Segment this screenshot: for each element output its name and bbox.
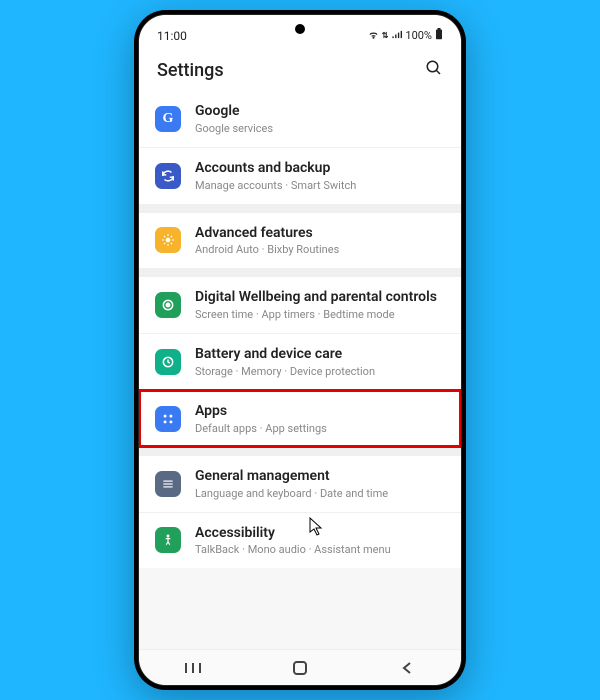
volte-icon: ⇅ [382, 31, 389, 40]
settings-item-accessibility[interactable]: Accessibility TalkBack · Mono audio · As… [139, 512, 461, 569]
settings-item-battery[interactable]: Battery and device care Storage · Memory… [139, 333, 461, 390]
item-subtitle: Android Auto · Bixby Routines [195, 243, 445, 256]
phone-frame: 11:00 ⇅ 100% Settings [134, 10, 466, 690]
item-title: Advanced features [195, 225, 445, 242]
battery-care-icon [155, 349, 181, 375]
settings-item-apps[interactable]: Apps Default apps · App settings [139, 390, 461, 447]
wifi-icon [368, 29, 379, 43]
item-title: Apps [195, 403, 445, 420]
apps-icon [155, 406, 181, 432]
battery-icon [435, 28, 443, 43]
section-divider [139, 268, 461, 276]
settings-item-general[interactable]: General management Language and keyboard… [139, 455, 461, 512]
nav-back[interactable] [387, 661, 427, 675]
item-title: Google [195, 103, 445, 120]
item-title: Accessibility [195, 525, 445, 542]
item-subtitle: Manage accounts · Smart Switch [195, 179, 445, 192]
camera-cutout [295, 24, 305, 34]
google-icon: G [155, 106, 181, 132]
status-time: 11:00 [157, 29, 187, 43]
wellbeing-icon [155, 292, 181, 318]
item-subtitle: Language and keyboard · Date and time [195, 487, 445, 500]
item-subtitle: Storage · Memory · Device protection [195, 365, 445, 378]
settings-item-advanced[interactable]: Advanced features Android Auto · Bixby R… [139, 212, 461, 269]
settings-item-google[interactable]: G Google Google services [139, 91, 461, 147]
settings-header: Settings [139, 45, 461, 91]
settings-item-accounts[interactable]: Accounts and backup Manage accounts · Sm… [139, 147, 461, 204]
sync-icon [155, 163, 181, 189]
item-subtitle: Screen time · App timers · Bedtime mode [195, 308, 445, 321]
page-title: Settings [157, 60, 224, 81]
settings-list-scroll[interactable]: G Google Google services Accounts and ba… [139, 91, 461, 647]
nav-recents[interactable] [173, 661, 213, 675]
signal-icon [391, 29, 402, 43]
item-title: Battery and device care [195, 346, 445, 363]
item-title: Digital Wellbeing and parental controls [195, 289, 445, 306]
phone-screen: 11:00 ⇅ 100% Settings [138, 14, 462, 686]
settings-item-wellbeing[interactable]: Digital Wellbeing and parental controls … [139, 276, 461, 333]
advanced-icon [155, 227, 181, 253]
battery-text: 100% [405, 29, 432, 42]
item-subtitle: TalkBack · Mono audio · Assistant menu [195, 543, 445, 556]
accessibility-icon [155, 527, 181, 553]
nav-home[interactable] [280, 660, 320, 676]
item-title: General management [195, 468, 445, 485]
android-nav-bar [139, 649, 461, 685]
item-subtitle: Google services [195, 122, 445, 135]
status-icons: ⇅ 100% [368, 28, 443, 43]
section-divider [139, 447, 461, 455]
search-icon[interactable] [425, 59, 443, 81]
item-title: Accounts and backup [195, 160, 445, 177]
item-subtitle: Default apps · App settings [195, 422, 445, 435]
section-divider [139, 204, 461, 212]
general-icon [155, 471, 181, 497]
